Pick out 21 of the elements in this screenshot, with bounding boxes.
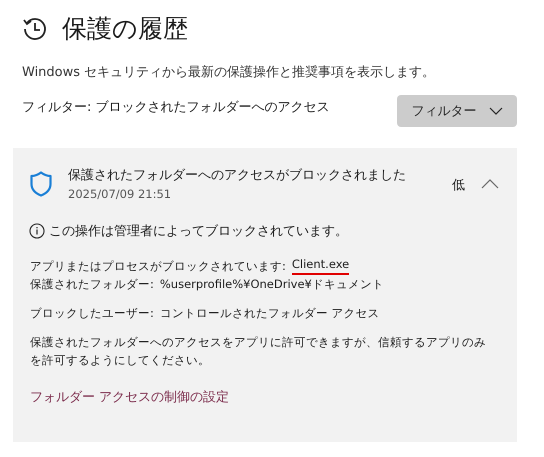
event-title: 保護されたフォルダーへのアクセスがブロックされました bbox=[68, 168, 407, 184]
notice-text: この操作は管理者によってブロックされています。 bbox=[49, 223, 348, 240]
page-title: 保護の履歴 bbox=[62, 13, 188, 45]
chevron-down-icon bbox=[488, 107, 502, 115]
shield-icon bbox=[30, 171, 52, 197]
detail-value: Client.exe bbox=[292, 257, 350, 275]
detail-label: 保護されたフォルダー: bbox=[30, 276, 154, 293]
history-icon bbox=[22, 16, 48, 42]
filter-button[interactable]: フィルター bbox=[397, 95, 517, 127]
detail-label: ブロックしたユーザー: bbox=[30, 305, 154, 322]
chevron-up-icon[interactable] bbox=[481, 179, 499, 189]
page-description: Windows セキュリティから最新の保護操作と推奨事項を表示します。 bbox=[22, 64, 436, 81]
settings-link[interactable]: フォルダー アクセスの制御の設定 bbox=[30, 388, 230, 406]
detail-label: アプリまたはプロセスがブロックされています: bbox=[30, 258, 286, 275]
advice-text: 保護されたフォルダーへのアクセスをアプリに許可できますが、信頼するアプリのみを許可するようにしてください。 bbox=[30, 334, 487, 369]
filter-label: フィルター: ブロックされたフォルダーへのアクセス bbox=[22, 98, 330, 116]
info-icon bbox=[29, 223, 45, 239]
event-time: 2025/07/09 21:51 bbox=[68, 187, 172, 201]
detail-value: %userprofile%¥OneDrive¥ドキュメント bbox=[160, 276, 384, 293]
detail-value: コントロールされたフォルダー アクセス bbox=[160, 305, 380, 322]
severity-label: 低 bbox=[452, 177, 465, 194]
